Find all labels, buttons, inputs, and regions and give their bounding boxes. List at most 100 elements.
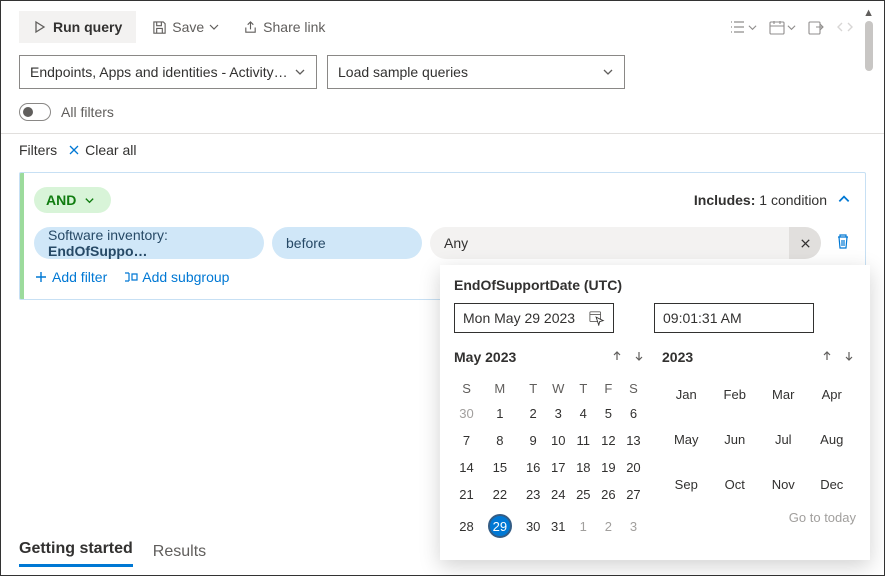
chevron-down-icon: [602, 66, 614, 78]
calendar-month-label: May 2023: [454, 349, 516, 365]
filter-value-label: Any: [444, 235, 468, 251]
arrow-up-icon: [820, 349, 834, 363]
chevron-up-icon: [837, 192, 851, 206]
calendar-day[interactable]: 1: [479, 400, 521, 427]
calendar-day[interactable]: 30: [454, 400, 479, 427]
arrow-down-icon: [632, 349, 646, 363]
collapse-group-button[interactable]: [837, 192, 851, 209]
group-operator-label: AND: [46, 192, 76, 208]
date-input[interactable]: Mon May 29 2023: [454, 303, 614, 333]
calendar-day[interactable]: 14: [454, 454, 479, 481]
code-button[interactable]: [836, 20, 854, 35]
calendar-day[interactable]: 26: [596, 481, 621, 508]
year-next-button[interactable]: [842, 349, 856, 366]
add-subgroup-button[interactable]: Add subgroup: [123, 269, 229, 285]
filter-operator-label: before: [286, 235, 326, 251]
calendar-day[interactable]: 21: [454, 481, 479, 508]
list-icon: [730, 20, 746, 34]
month-option[interactable]: Feb: [711, 387, 760, 402]
calendar-cursor-icon: [589, 310, 605, 326]
go-to-today-button[interactable]: Go to today: [662, 510, 856, 525]
calendar-grid: SMTWTFS 30123456789101112131415161718192…: [454, 377, 646, 544]
group-operator-dropdown[interactable]: AND: [34, 187, 111, 213]
calendar-day[interactable]: 9: [521, 427, 546, 454]
calendar-day[interactable]: 2: [521, 400, 546, 427]
month-prev-button[interactable]: [610, 349, 624, 366]
subgroup-icon: [123, 270, 138, 284]
calendar-day[interactable]: 17: [546, 454, 571, 481]
save-button[interactable]: Save: [144, 13, 227, 41]
clear-value-button[interactable]: [789, 227, 821, 259]
calendar-day[interactable]: 25: [571, 481, 596, 508]
filter-field-pill[interactable]: Software inventory: EndOfSuppo…: [34, 227, 264, 259]
sample-queries-dropdown[interactable]: Load sample queries: [327, 55, 625, 89]
calendar-day[interactable]: 30: [521, 508, 546, 544]
calendar-day[interactable]: 6: [621, 400, 646, 427]
calendar-view-button[interactable]: [769, 20, 796, 35]
clear-all-button[interactable]: Clear all: [67, 142, 136, 158]
month-option[interactable]: Mar: [759, 387, 808, 402]
month-option[interactable]: Oct: [711, 477, 760, 492]
calendar-day[interactable]: 23: [521, 481, 546, 508]
year-prev-button[interactable]: [820, 349, 834, 366]
calendar-day[interactable]: 19: [596, 454, 621, 481]
tab-getting-started[interactable]: Getting started: [19, 540, 133, 567]
add-filter-button[interactable]: Add filter: [34, 269, 107, 285]
calendar-day[interactable]: 3: [546, 400, 571, 427]
month-option[interactable]: Aug: [808, 432, 857, 447]
calendar-day[interactable]: 12: [596, 427, 621, 454]
close-icon: [67, 143, 81, 157]
calendar-day[interactable]: 1: [571, 508, 596, 544]
calendar-day[interactable]: 22: [479, 481, 521, 508]
month-option[interactable]: Dec: [808, 477, 857, 492]
month-option[interactable]: Jan: [662, 387, 711, 402]
calendar-day[interactable]: 28: [454, 508, 479, 544]
calendar-day[interactable]: 5: [596, 400, 621, 427]
calendar-day[interactable]: 15: [479, 454, 521, 481]
calendar-day[interactable]: 18: [571, 454, 596, 481]
calendar-day[interactable]: 3: [621, 508, 646, 544]
month-option[interactable]: Sep: [662, 477, 711, 492]
calendar-day[interactable]: 27: [621, 481, 646, 508]
chevron-down-icon: [294, 66, 306, 78]
month-option[interactable]: Apr: [808, 387, 857, 402]
calendar-day[interactable]: 31: [546, 508, 571, 544]
share-link-button[interactable]: Share link: [235, 13, 333, 41]
filter-operator-pill[interactable]: before: [272, 227, 422, 259]
calendar-day[interactable]: 13: [621, 427, 646, 454]
calendar-day[interactable]: 20: [621, 454, 646, 481]
all-filters-toggle[interactable]: [19, 103, 51, 121]
scope-dropdown[interactable]: Endpoints, Apps and identities - Activit…: [19, 55, 317, 89]
calendar-day[interactable]: 29: [479, 508, 521, 544]
calendar-day[interactable]: 2: [596, 508, 621, 544]
calendar-day[interactable]: 4: [571, 400, 596, 427]
calendar-day-header: T: [571, 377, 596, 400]
calendar-day-header: S: [454, 377, 479, 400]
month-option[interactable]: Jun: [711, 432, 760, 447]
calendar-day[interactable]: 24: [546, 481, 571, 508]
date-input-value: Mon May 29 2023: [463, 310, 575, 326]
calendar-day[interactable]: 11: [571, 427, 596, 454]
time-input[interactable]: 09:01:31 AM: [654, 303, 814, 333]
export-button[interactable]: [808, 20, 824, 35]
arrow-down-icon: [842, 349, 856, 363]
month-option[interactable]: Nov: [759, 477, 808, 492]
run-query-button[interactable]: Run query: [19, 11, 136, 43]
tab-results[interactable]: Results: [153, 543, 206, 567]
calendar-icon: [769, 20, 785, 35]
month-option[interactable]: May: [662, 432, 711, 447]
delete-filter-button[interactable]: [835, 233, 851, 253]
month-option[interactable]: Jul: [759, 432, 808, 447]
calendar-day[interactable]: 7: [454, 427, 479, 454]
calendar-day[interactable]: 10: [546, 427, 571, 454]
scope-label: Endpoints, Apps and identities - Activit…: [30, 64, 288, 80]
calendar-year-label: 2023: [662, 349, 693, 365]
calendar-day[interactable]: 8: [479, 427, 521, 454]
save-label: Save: [172, 19, 204, 35]
scrollbar[interactable]: ▲: [863, 7, 874, 71]
calendar-day[interactable]: 16: [521, 454, 546, 481]
list-view-button[interactable]: [730, 20, 757, 35]
plus-icon: [34, 270, 48, 284]
month-next-button[interactable]: [632, 349, 646, 366]
filter-value-pill[interactable]: Any: [430, 227, 789, 259]
